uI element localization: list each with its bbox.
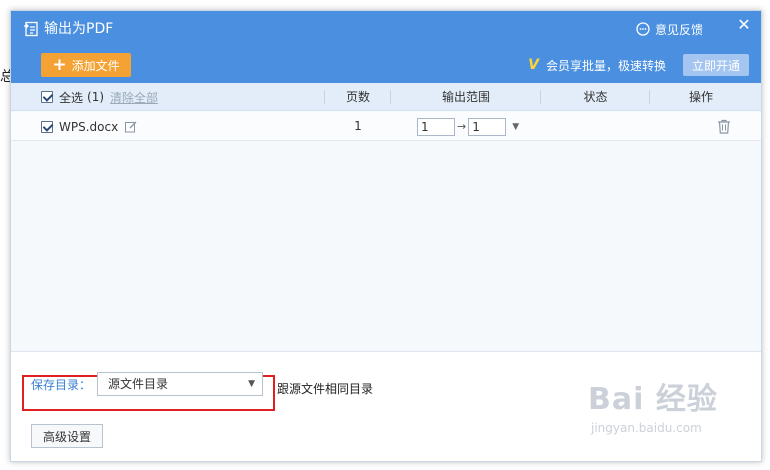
clear-all-link[interactable]: 清除全部 <box>110 89 158 106</box>
save-directory-row: 保存目录： 源文件目录 ▼ <box>31 372 264 396</box>
watermark-brand: Bai 经验 <box>588 382 718 417</box>
trash-icon[interactable] <box>717 119 731 134</box>
file-list-empty-space <box>11 141 761 351</box>
baidu-watermark: Bai 经验 jingyan.baidu.com <box>588 380 763 458</box>
background-text-fragment: 总 <box>0 69 10 85</box>
range-arrow: → <box>457 120 467 133</box>
add-file-label: 添加文件 <box>71 58 120 73</box>
activate-vip-button[interactable]: 立即开通 <box>683 54 749 76</box>
table-row: WPS.docx 1 1 → 1 ▼ <box>11 112 761 141</box>
column-header-pages: 页数 <box>345 90 370 104</box>
save-directory-label: 保存目录： <box>31 377 92 392</box>
column-header-range: 输出范围 <box>441 90 490 104</box>
chat-bubble-icon <box>636 22 650 36</box>
title-bar: 输出为PDF 意见反馈 ✕ + 添加文件 V 会员享批量，极速转换 立即开通 <box>11 11 761 83</box>
file-cell: WPS.docx <box>41 112 137 141</box>
vip-promo-text: 会员享批量，极速转换 <box>545 58 666 73</box>
vip-promo: V 会员享批量，极速转换 <box>528 57 666 73</box>
pdf-export-icon <box>24 21 38 37</box>
file-name: WPS.docx <box>59 119 119 134</box>
save-directory-hint: 跟源文件相同目录 <box>277 382 374 396</box>
save-directory-select[interactable]: 源文件目录 ▼ <box>97 372 264 396</box>
chevron-down-icon: ▼ <box>248 379 256 389</box>
column-header-actions: 操作 <box>688 90 713 104</box>
save-directory-value: 源文件目录 <box>108 377 169 391</box>
range-to-input[interactable]: 1 <box>468 117 507 136</box>
selected-count: (1) <box>87 90 105 104</box>
chevron-down-icon[interactable]: ▼ <box>512 122 519 132</box>
select-all-label: 全选 <box>59 90 84 105</box>
column-header-status: 状态 <box>583 90 608 104</box>
close-button[interactable]: ✕ <box>737 17 751 33</box>
feedback-link[interactable]: 意见反馈 <box>636 21 703 37</box>
plus-icon: + <box>52 55 67 75</box>
watermark-url: jingyan.baidu.com <box>591 421 702 435</box>
range-from-input[interactable]: 1 <box>417 117 455 136</box>
dialog-title: 输出为PDF <box>44 21 114 37</box>
add-file-button[interactable]: + 添加文件 <box>41 53 131 77</box>
page-count: 1 <box>354 119 362 133</box>
file-table-header: 全选 (1) 清除全部 页数 输出范围 状态 操作 <box>11 83 761 111</box>
row-checkbox[interactable] <box>41 120 53 133</box>
vip-icon: V <box>528 57 539 73</box>
page: 总 输出为PDF 意见反馈 ✕ + 添加文件 V 会员享批量，极速转换 立即开通… <box>0 0 770 470</box>
feedback-label: 意见反馈 <box>654 22 703 37</box>
output-range: 1 → 1 ▼ <box>417 117 519 136</box>
select-all-checkbox[interactable] <box>41 91 53 103</box>
edit-icon[interactable] <box>125 121 137 133</box>
advanced-settings-button[interactable]: 高级设置 <box>31 424 103 448</box>
select-all-control[interactable]: 全选 (1) 清除全部 <box>41 83 158 111</box>
